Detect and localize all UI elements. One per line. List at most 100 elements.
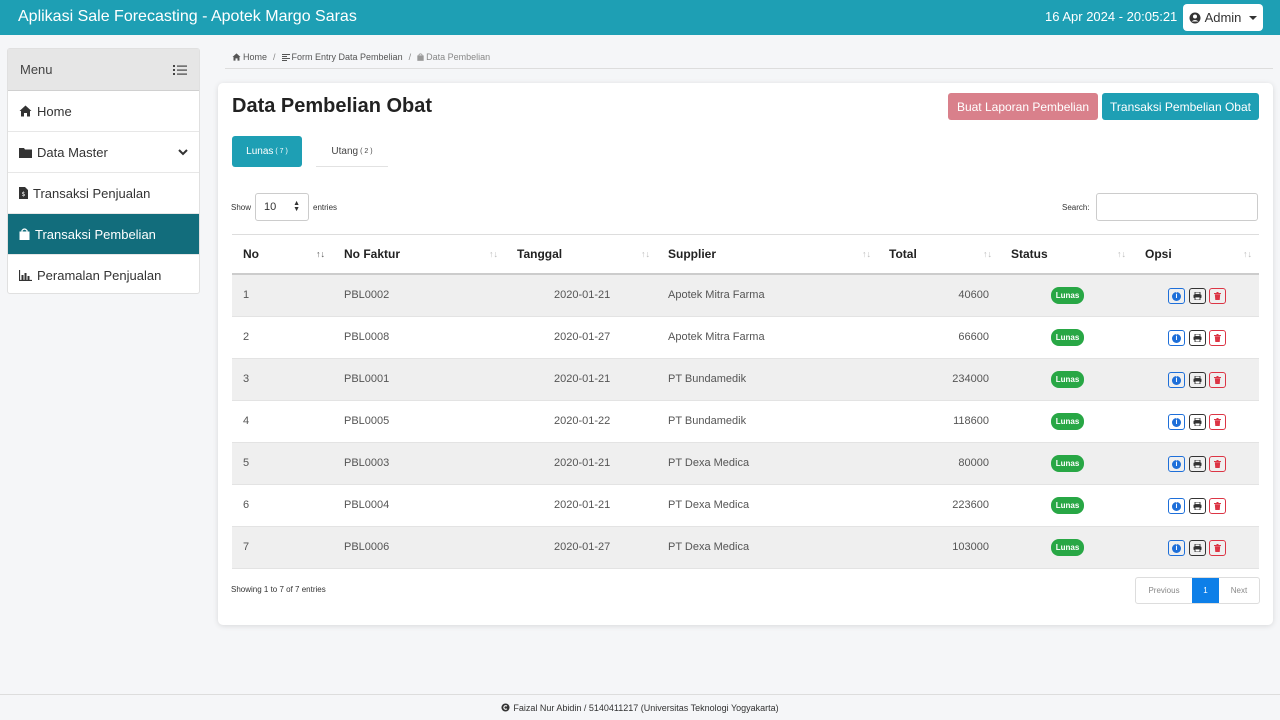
svg-text:$: $ [22, 191, 26, 198]
sidebar: Menu Home Data Master $ Transaksi Penjua… [7, 48, 200, 294]
delete-button[interactable] [1209, 498, 1226, 514]
cell-no: 6 [243, 499, 250, 511]
cell-tanggal: 2020-01-21 [554, 373, 611, 385]
detail-button[interactable]: i [1168, 498, 1185, 514]
cell-total: 234000 [952, 373, 989, 385]
entries-value: 10 [264, 201, 277, 213]
info-icon: i [1172, 501, 1181, 511]
table-row: 2 PBL0008 2020-01-27 Apotek Mitra Farma 6660… [232, 317, 1259, 359]
sidebar-header: Menu [8, 49, 199, 91]
admin-label: Admin [1204, 10, 1242, 25]
column-header-no[interactable]: No [243, 247, 259, 261]
pagination-page[interactable]: 1 [1192, 578, 1219, 603]
cell-supplier: PT Bundamedik [668, 415, 747, 427]
status-badge: Lunas [1051, 413, 1084, 430]
entries-select[interactable]: 10 ▲ ▼ [255, 193, 310, 221]
delete-button[interactable] [1209, 456, 1226, 472]
sidebar-item-home[interactable]: Home [8, 91, 199, 132]
footer-text: Faizal Nur Abidin / 5140411217 (Universi… [513, 702, 779, 713]
print-button[interactable] [1189, 288, 1206, 304]
sidebar-item-label: Transaksi Penjualan [33, 185, 151, 201]
tab-lunas[interactable]: Lunas ( 7 ) [232, 136, 302, 167]
sort-icon[interactable]: ↑↓ [983, 249, 992, 259]
shopping-bag-icon [19, 228, 30, 240]
info-icon: i [1172, 291, 1181, 301]
print-button[interactable] [1189, 372, 1206, 388]
purchase-table: No ↑↓ No Faktur ↑↓ Tanggal ↑↓ Supplier ↑… [232, 234, 1259, 569]
breadcrumb-form[interactable]: Form Entry Data Pembelian [281, 52, 403, 62]
sidebar-item-transaksi-penjualan[interactable]: $ Transaksi Penjualan [8, 173, 199, 214]
breadcrumb-current: Data Pembelian [417, 52, 490, 62]
create-report-button[interactable]: Buat Laporan Pembelian [948, 93, 1098, 120]
delete-button[interactable] [1209, 288, 1226, 304]
sidebar-item-peramalan-penjualan[interactable]: Peramalan Penjualan [8, 255, 199, 296]
print-button[interactable] [1189, 498, 1206, 514]
sort-icon[interactable]: ↑↓ [316, 249, 325, 259]
pagination: Previous 1 Next [1135, 577, 1260, 604]
column-header-supplier[interactable]: Supplier [668, 247, 716, 261]
purchase-transaction-button[interactable]: Transaksi Pembelian Obat [1102, 93, 1259, 120]
table-info: Showing 1 to 7 of 7 entries [231, 585, 326, 594]
home-icon [232, 53, 241, 61]
trash-icon [1214, 544, 1221, 552]
sort-icon[interactable]: ↑↓ [641, 249, 650, 259]
print-button[interactable] [1189, 540, 1206, 556]
pagination-next[interactable]: Next [1219, 578, 1259, 603]
delete-button[interactable] [1209, 372, 1226, 388]
cell-no: 2 [243, 331, 250, 343]
align-left-icon [281, 53, 290, 61]
detail-button[interactable]: i [1168, 330, 1185, 346]
footer: Faizal Nur Abidin / 5140411217 (Universi… [0, 694, 1280, 720]
status-badge: Lunas [1051, 329, 1084, 346]
delete-button[interactable] [1209, 540, 1226, 556]
print-button[interactable] [1189, 330, 1206, 346]
table-row: 1 PBL0002 2020-01-21 Apotek Mitra Farma 4060… [232, 275, 1259, 317]
sort-icon[interactable]: ↑↓ [489, 249, 498, 259]
delete-button[interactable] [1209, 330, 1226, 346]
cell-tanggal: 2020-01-21 [554, 289, 611, 301]
admin-dropdown-button[interactable]: Admin [1183, 4, 1263, 31]
tab-count: ( 7 ) [275, 148, 288, 155]
sidebar-header-label: Menu [20, 62, 53, 77]
pagination-previous[interactable]: Previous [1136, 578, 1192, 603]
sidebar-item-transaksi-pembelian[interactable]: Transaksi Pembelian [8, 214, 199, 255]
detail-button[interactable]: i [1168, 456, 1185, 472]
print-button[interactable] [1189, 456, 1206, 472]
delete-button[interactable] [1209, 414, 1226, 430]
print-icon [1193, 376, 1202, 384]
column-header-status[interactable]: Status [1011, 247, 1048, 261]
table-row: 3 PBL0001 2020-01-21 PT Bundamedik 234000 Lun… [232, 359, 1259, 401]
breadcrumb-home[interactable]: Home [232, 52, 267, 62]
print-icon [1193, 502, 1202, 510]
cell-total: 118600 [953, 415, 989, 427]
file-invoice-icon: $ [19, 187, 28, 199]
column-header-opsi[interactable]: Opsi [1145, 247, 1172, 261]
table-row: 5 PBL0003 2020-01-21 PT Dexa Medica 80000 Lun… [232, 443, 1259, 485]
sort-icon[interactable]: ↑↓ [1243, 249, 1252, 259]
detail-button[interactable]: i [1168, 288, 1185, 304]
column-header-tanggal[interactable]: Tanggal [517, 247, 562, 261]
status-badge: Lunas [1051, 287, 1084, 304]
sidebar-item-label: Peramalan Penjualan [37, 268, 162, 283]
tab-utang[interactable]: Utang ( 2 ) [316, 136, 388, 167]
list-icon[interactable] [173, 64, 187, 76]
tab-count: ( 2 ) [360, 147, 373, 155]
print-button[interactable] [1189, 414, 1206, 430]
sort-icon[interactable]: ↑↓ [862, 249, 871, 259]
status-badge: Lunas [1051, 497, 1084, 514]
detail-button[interactable]: i [1168, 540, 1185, 556]
home-icon [19, 105, 32, 117]
cell-no-faktur: PBL0004 [344, 499, 390, 511]
trash-icon [1214, 502, 1221, 510]
info-icon: i [1172, 543, 1181, 553]
sort-icon[interactable]: ↑↓ [1117, 249, 1126, 259]
cell-no-faktur: PBL0006 [344, 541, 390, 553]
column-header-total[interactable]: Total [889, 247, 917, 261]
trash-icon [1214, 376, 1221, 384]
cell-total: 40600 [958, 289, 989, 301]
search-input[interactable] [1095, 193, 1258, 221]
detail-button[interactable]: i [1168, 414, 1185, 430]
detail-button[interactable]: i [1168, 372, 1185, 388]
column-header-no-faktur[interactable]: No Faktur [344, 247, 400, 261]
sidebar-item-data-master[interactable]: Data Master [8, 132, 199, 173]
